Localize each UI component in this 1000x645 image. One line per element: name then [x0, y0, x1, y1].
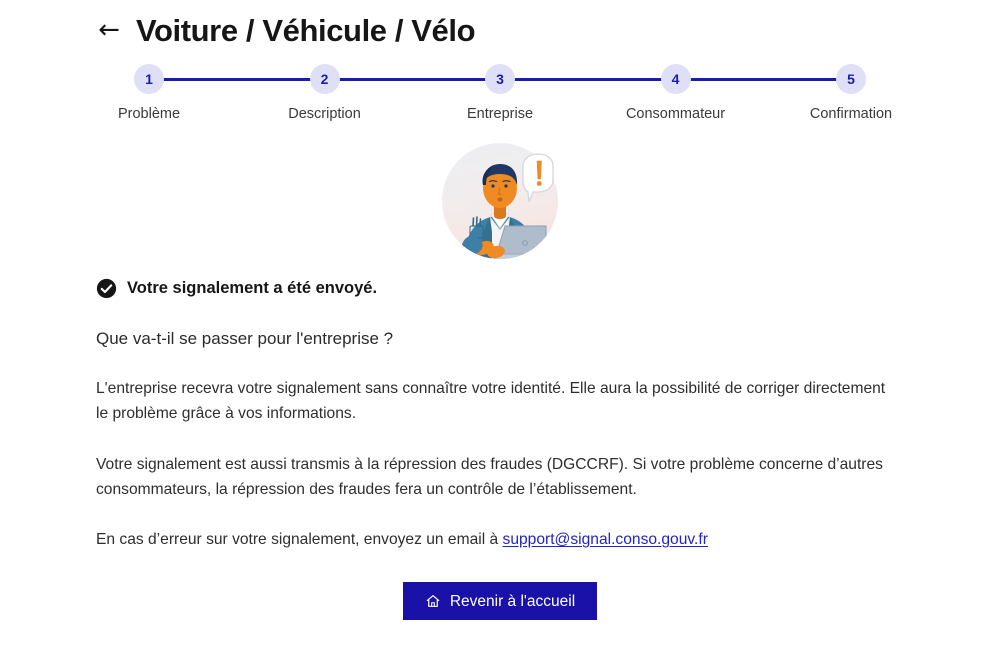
- stepper-step-number-5[interactable]: 5: [836, 64, 866, 94]
- page-header: ← Voiture / Véhicule / Vélo: [0, 0, 1000, 56]
- return-home-button-label: Revenir à l'accueil: [449, 592, 576, 610]
- success-message: Votre signalement a été envoyé.: [127, 279, 378, 297]
- stepper-step-number-4[interactable]: 4: [660, 64, 691, 94]
- confirmation-content: Votre signalement a été envoyé. Que va-t…: [0, 278, 1000, 621]
- paragraph-contact: En cas d’erreur sur votre signalement, e…: [96, 527, 886, 552]
- illustration-container: [0, 140, 1000, 262]
- stepper-step-label-3: Entreprise: [466, 106, 534, 122]
- section-subheading: Que va-t-il se passer pour l'entreprise …: [96, 329, 394, 348]
- stepper-step-label-1: Problème: [117, 106, 181, 122]
- progress-stepper: 1 Problème 2 Description 3 Entreprise 4 Consomm…: [0, 64, 1000, 122]
- return-home-button[interactable]: Revenir à l'accueil: [402, 582, 598, 621]
- check-circle-icon: [96, 278, 117, 299]
- confirmation-page: ← Voiture / Véhicule / Vélo 1 Problème 2 De…: [0, 0, 1000, 645]
- contact-prefix-text: En cas d’erreur sur votre signalement, e…: [96, 531, 503, 548]
- support-email-link[interactable]: support@signal.conso.gouv.fr: [503, 531, 708, 548]
- person-at-laptop-with-alert-illustration: [434, 140, 566, 262]
- paragraph-dgccrf-info: Votre signalement est aussi transmis à l…: [96, 455, 883, 498]
- stepper-connector-1: [149, 77, 325, 81]
- success-banner: Votre signalement a été envoyé.: [96, 278, 904, 299]
- stepper-step-label-2: Description: [288, 106, 361, 122]
- stepper-step-number-2[interactable]: 2: [309, 64, 340, 94]
- stepper-step-number-3[interactable]: 3: [485, 64, 515, 94]
- back-arrow-icon[interactable]: ←: [96, 16, 122, 46]
- stepper-connector-2: [324, 77, 500, 81]
- stepper-connector-4: [675, 77, 851, 81]
- stepper-step-label-4: Consommateur: [625, 106, 726, 122]
- footer-actions: Revenir à l'accueil: [96, 582, 904, 621]
- page-title: Voiture / Véhicule / Vélo: [136, 13, 476, 48]
- stepper-step-label-5: Confirmation: [809, 106, 893, 122]
- stepper-connector-3: [500, 77, 676, 81]
- home-icon: [425, 593, 441, 609]
- stepper-step-number-1[interactable]: 1: [134, 64, 164, 94]
- paragraph-company-info: L'entreprise recevra votre signalement s…: [96, 380, 886, 423]
